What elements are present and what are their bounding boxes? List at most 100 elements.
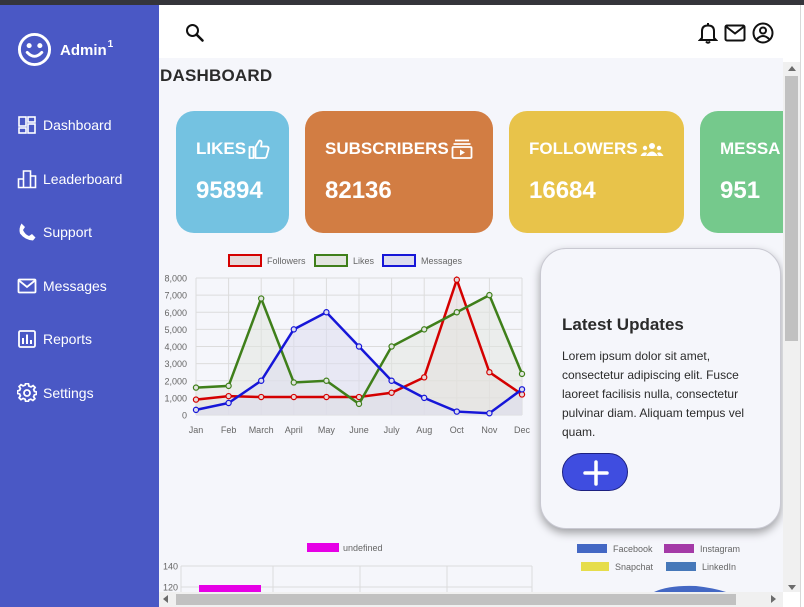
y-tick-label: 6,000 — [164, 308, 187, 318]
sidebar-item-label: Messages — [43, 277, 107, 294]
x-tick-label: Aug — [416, 425, 432, 435]
brand[interactable]: Admin1 — [17, 32, 113, 67]
social-pie-chart: Facebook Instagram Snapchat LinkedIn — [577, 544, 740, 592]
mail-icon — [17, 278, 37, 294]
card-label: LIKES — [196, 139, 270, 159]
messages-card[interactable]: MESSA 951 — [700, 111, 783, 233]
brand-name: Admin1 — [60, 38, 114, 59]
horizontal-scrollbar[interactable] — [159, 592, 783, 607]
sidebar-item-messages[interactable]: Messages — [17, 276, 157, 296]
latest-updates-card: Latest Updates Lorem ipsum dolor sit ame… — [540, 248, 781, 529]
sidebar-item-label: Dashboard — [43, 117, 112, 133]
data-point — [453, 408, 460, 415]
card-value: 951 — [720, 177, 761, 204]
card-label: FOLLOWERS — [529, 139, 664, 159]
y-tick-label: 7,000 — [164, 291, 187, 301]
search-icon[interactable] — [185, 23, 205, 43]
sidebar-item-reports[interactable]: Reports — [17, 329, 157, 349]
legend-swatch — [307, 543, 339, 552]
data-point — [421, 326, 428, 333]
subscribers-card[interactable]: SUBSCRIBERS 82136 — [305, 111, 493, 233]
people-icon — [640, 143, 664, 156]
mail-icon[interactable] — [724, 24, 746, 42]
sidebar-item-support[interactable]: Support — [17, 222, 157, 242]
thumbs-up-icon — [248, 139, 270, 159]
leaderboard-icon — [17, 169, 37, 188]
card-label-text: FOLLOWERS — [529, 139, 638, 158]
y-tick-label: 5,000 — [164, 325, 187, 335]
card-value: 82136 — [325, 177, 392, 204]
data-point — [225, 382, 232, 390]
vertical-scrollbar[interactable] — [783, 62, 800, 592]
sidebar-item-label: Leaderboard — [43, 170, 123, 187]
data-point — [323, 393, 330, 401]
subscriptions-icon — [451, 139, 473, 159]
legend-label: Likes — [353, 256, 375, 266]
bell-icon[interactable] — [698, 22, 718, 44]
sidebar-item-settings[interactable]: Settings — [17, 382, 157, 403]
data-point — [192, 384, 200, 391]
sidebar-item-dashboard[interactable]: Dashboard — [17, 115, 157, 135]
scroll-down-arrow-icon[interactable] — [788, 585, 796, 590]
smiley-avatar-icon — [17, 32, 52, 67]
x-tick-label: Dec — [514, 425, 531, 435]
card-value: 16684 — [529, 177, 596, 204]
data-point — [421, 374, 428, 381]
bar-chart: undefined 120 140 — [163, 543, 533, 592]
page-title: DASHBOARD — [160, 66, 273, 85]
scrollbar-thumb[interactable] — [176, 594, 736, 605]
scrollbar-thumb[interactable] — [785, 76, 798, 341]
user-circle-icon[interactable] — [752, 22, 774, 44]
legend-label: Messages — [421, 256, 463, 266]
scroll-left-arrow-icon[interactable] — [163, 595, 168, 603]
card-label: SUBSCRIBERS — [325, 139, 473, 159]
data-point — [518, 391, 526, 398]
y-tick-label: 2,000 — [164, 376, 187, 386]
card-label-text: MESSA — [720, 139, 781, 158]
x-tick-label: Jan — [189, 425, 204, 435]
x-tick-label: Feb — [221, 425, 237, 435]
sidebar-item-leaderboard[interactable]: Leaderboard — [17, 169, 157, 189]
legend-label: Snapchat — [615, 562, 654, 572]
x-tick-label: Oct — [450, 425, 465, 435]
phone-icon — [19, 223, 36, 241]
data-point — [225, 399, 232, 407]
followers-card[interactable]: FOLLOWERS 16684 — [509, 111, 684, 233]
sidebar: Admin1 Dashboard Leaderboard Support Mes… — [0, 5, 159, 607]
y-tick-label: 8,000 — [164, 274, 187, 284]
bar — [199, 585, 261, 592]
data-point — [388, 377, 395, 384]
scroll-up-arrow-icon[interactable] — [788, 66, 796, 71]
legend-label: Facebook — [613, 544, 653, 554]
y-tick-label: 4,000 — [164, 342, 187, 352]
likes-card[interactable]: LIKES 95894 — [176, 111, 289, 233]
sidebar-nav: Dashboard Leaderboard Support Messages R… — [17, 115, 157, 437]
legend-swatch — [664, 544, 694, 553]
data-point — [290, 326, 297, 333]
x-tick-label: May — [318, 425, 336, 435]
legend-label: Instagram — [700, 544, 740, 554]
x-tick-label: April — [285, 425, 303, 435]
card-value: 95894 — [196, 177, 263, 204]
gear-icon — [17, 382, 37, 403]
y-tick-label: 0 — [182, 411, 187, 421]
add-update-button[interactable] — [562, 453, 628, 491]
data-point — [355, 343, 363, 350]
plus-icon — [583, 460, 609, 486]
data-point — [486, 410, 493, 417]
scroll-right-arrow-icon[interactable] — [771, 595, 776, 603]
legend-swatch — [577, 544, 607, 553]
legend-swatch — [314, 254, 348, 267]
data-point — [323, 309, 330, 316]
data-point — [290, 393, 297, 401]
x-tick-label: June — [349, 425, 369, 435]
card-label-text: LIKES — [196, 139, 247, 158]
data-point — [225, 392, 232, 400]
x-tick-label: Nov — [481, 425, 498, 435]
main-content: DASHBOARD LIKES 95894 SUBSCRIBERS 82136 … — [159, 5, 783, 592]
dashboard-icon — [18, 116, 36, 134]
legend-swatch — [581, 562, 609, 571]
sidebar-item-label: Settings — [43, 384, 94, 401]
data-point — [421, 394, 428, 402]
y-tick-label: 3,000 — [164, 359, 187, 369]
